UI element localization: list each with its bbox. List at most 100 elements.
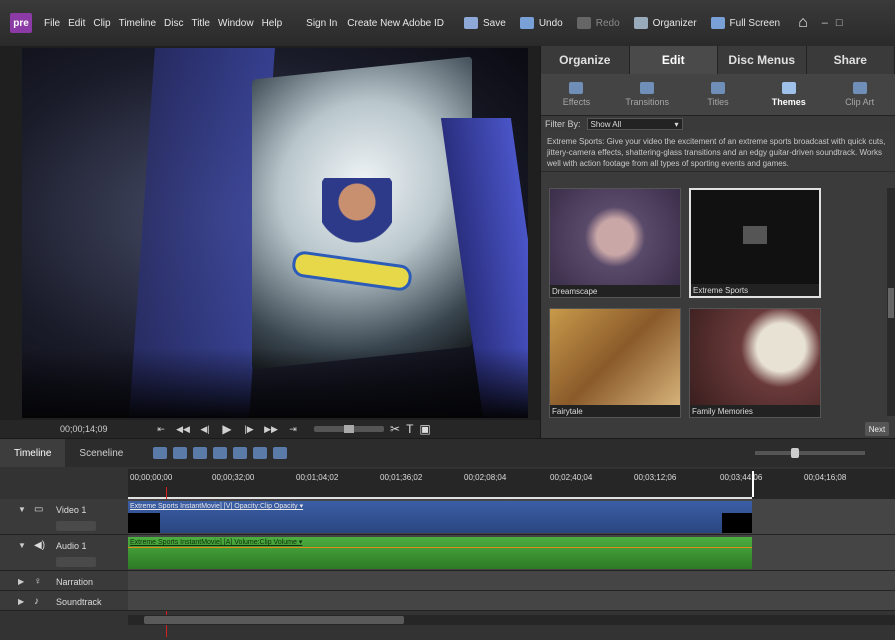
minimize-icon[interactable]: – [822, 17, 828, 29]
volume-line[interactable] [128, 547, 752, 548]
track-narration: ▶ ♀ Narration [0, 571, 895, 591]
theme-extreme-sports[interactable]: Extreme Sports [689, 188, 821, 298]
expand-icon[interactable]: ▶ [18, 597, 24, 606]
track-header: ▶ ♪ Soundtrack [0, 591, 128, 610]
track-header: ▼ ◀) Audio 1 [0, 535, 128, 570]
tab-share[interactable]: Share [806, 46, 895, 74]
track-name: Soundtrack [56, 597, 102, 607]
go-to-start-icon[interactable]: ⇤ [150, 424, 172, 435]
organizer-icon [633, 17, 648, 29]
menu-timeline[interactable]: Timeline [119, 18, 156, 29]
theme-thumbnail [690, 309, 820, 405]
subtab-clip-art[interactable]: Clip Art [824, 74, 895, 115]
tick-label: 00;02;08;04 [464, 473, 507, 482]
theme-scrollbar[interactable] [887, 188, 895, 416]
tab-edit[interactable]: Edit [629, 46, 718, 74]
theme-fairytale[interactable]: Fairytale [549, 308, 681, 418]
organizer-label: Organizer [652, 17, 697, 29]
clip-frame [128, 513, 160, 533]
theme-label: Dreamscape [552, 287, 598, 296]
redo-label: Redo [595, 17, 620, 29]
effects-icon [569, 82, 584, 94]
step-forward-icon[interactable]: |▶ [238, 424, 260, 435]
go-to-end-icon[interactable]: ⇥ [282, 424, 304, 435]
timeline-scrollbar[interactable] [128, 615, 895, 625]
tick-label: 00;00;32;00 [212, 473, 255, 482]
track-body[interactable]: Extreme Sports InstantMovie] [A] Volume:… [128, 535, 895, 570]
menu-file[interactable]: File [44, 18, 60, 29]
zoom-slider[interactable] [755, 448, 865, 458]
sign-in-link[interactable]: Sign In [306, 18, 337, 29]
tick-label: 00;02;40;04 [550, 473, 593, 482]
organizer-button[interactable]: Organizer [633, 17, 697, 29]
home-icon[interactable]: ⌂ [798, 14, 808, 32]
marker-icon[interactable] [213, 447, 228, 459]
redo-button[interactable]: Redo [576, 17, 620, 29]
fast-forward-icon[interactable]: ▶▶ [260, 424, 282, 435]
track-name: Video 1 [56, 505, 87, 515]
clip-frame [722, 513, 752, 533]
menu-title[interactable]: Title [191, 18, 210, 29]
text-tool-icon[interactable]: T [406, 422, 413, 436]
time-ruler[interactable]: 00;00;00;00 00;00;32;00 00;01;04;02 00;0… [128, 469, 895, 637]
tab-organize[interactable]: Organize [541, 46, 630, 74]
selection-tool-icon[interactable] [153, 447, 168, 459]
save-label: Save [483, 17, 506, 29]
subtab-titles[interactable]: Titles [683, 74, 754, 115]
theme-family-memories[interactable]: Family Memories [689, 308, 821, 418]
undo-button[interactable]: Undo [519, 17, 563, 29]
expand-icon[interactable]: ▶ [18, 577, 24, 586]
speaker-icon: ◀) [34, 540, 46, 551]
menu-clip[interactable]: Clip [93, 18, 110, 29]
audio-mixer-icon[interactable] [233, 447, 248, 459]
keyframe-controls[interactable] [56, 557, 96, 567]
tab-timeline[interactable]: Timeline [0, 439, 66, 467]
narration-icon[interactable] [273, 447, 288, 459]
smart-fix-icon[interactable] [173, 447, 188, 459]
toolbar: Save Undo Redo Organizer Full Screen ⌂ [464, 14, 808, 32]
keyframe-controls[interactable] [56, 521, 96, 531]
subtab-themes[interactable]: Themes [753, 74, 824, 115]
step-back-icon[interactable]: ◀| [194, 424, 216, 435]
rewind-icon[interactable]: ◀◀ [172, 424, 194, 435]
track-body[interactable]: Extreme Sports InstantMovie] [V] Opacity… [128, 499, 895, 534]
subtab-transitions[interactable]: Transitions [612, 74, 683, 115]
freeze-frame-icon[interactable]: ▣ [419, 422, 430, 436]
theme-thumbnail [550, 189, 680, 285]
redo-icon [576, 17, 591, 29]
smart-mix-icon[interactable] [193, 447, 208, 459]
edit-subtabs: Effects Transitions Titles Themes Clip A… [541, 74, 895, 116]
video-clip[interactable]: Extreme Sports InstantMovie] [V] Opacity… [128, 501, 752, 533]
track-name: Narration [56, 577, 94, 587]
menu-disc[interactable]: Disc [164, 18, 183, 29]
end-marker[interactable] [752, 471, 754, 497]
next-button[interactable]: Next [865, 422, 889, 436]
menu-edit[interactable]: Edit [68, 18, 85, 29]
scissors-icon[interactable]: ✂ [390, 422, 400, 436]
video-track-icon: ▭ [34, 504, 44, 515]
create-adobe-id-link[interactable]: Create New Adobe ID [347, 18, 444, 29]
theme-dreamscape[interactable]: Dreamscape [549, 188, 681, 298]
expand-icon[interactable]: ▼ [18, 541, 26, 550]
menu-window[interactable]: Window [218, 18, 254, 29]
maximize-icon[interactable]: □ [836, 17, 843, 29]
tab-sceneline[interactable]: Sceneline [65, 439, 137, 467]
tab-disc-menus[interactable]: Disc Menus [718, 46, 807, 74]
play-icon[interactable]: ▶ [216, 422, 238, 436]
subtab-effects[interactable]: Effects [541, 74, 612, 115]
full-screen-button[interactable]: Full Screen [710, 17, 781, 29]
filter-select[interactable]: Show All ▾ [586, 118, 683, 130]
tick-label: 00;01;36;02 [380, 473, 423, 482]
volume-icon[interactable] [253, 447, 268, 459]
current-timecode[interactable]: 00;00;14;09 [60, 424, 150, 434]
track-body[interactable] [128, 591, 895, 610]
track-body[interactable] [128, 571, 895, 590]
menu-help[interactable]: Help [262, 18, 283, 29]
theme-label: Extreme Sports [693, 286, 749, 295]
shuttle-slider[interactable] [314, 425, 384, 433]
save-button[interactable]: Save [464, 17, 506, 29]
clip-art-icon [852, 82, 867, 94]
audio-clip[interactable]: Extreme Sports InstantMovie] [A] Volume:… [128, 537, 752, 569]
full-screen-label: Full Screen [729, 17, 781, 29]
expand-icon[interactable]: ▼ [18, 505, 26, 514]
